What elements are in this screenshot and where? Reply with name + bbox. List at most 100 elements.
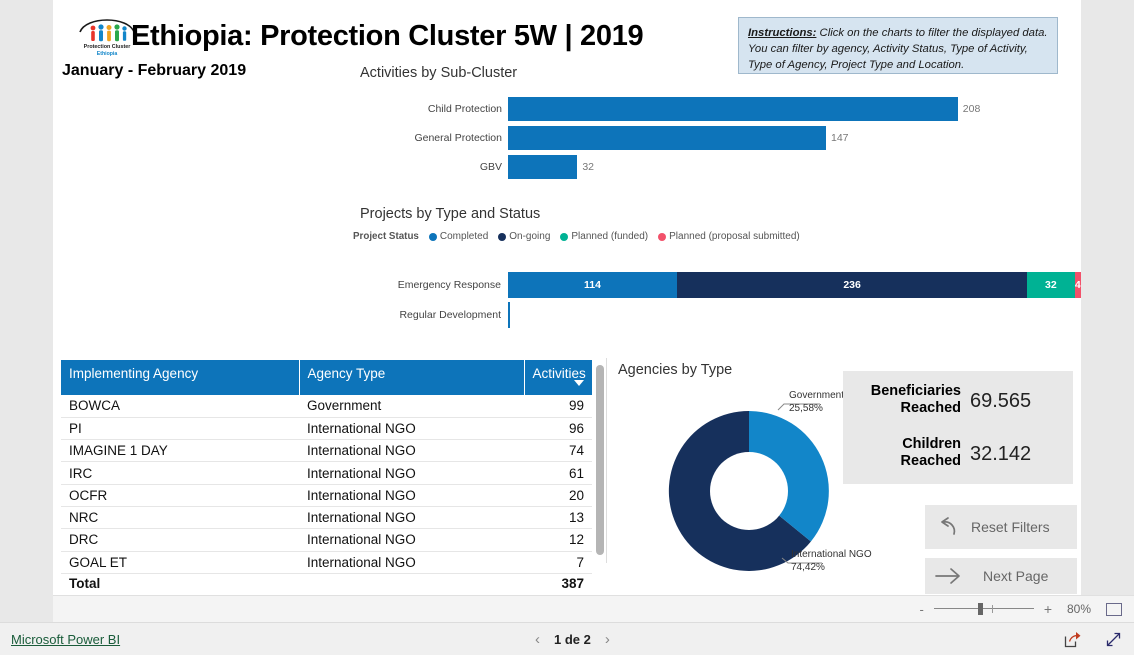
- stack-segment-planned-proposal[interactable]: 4: [1074, 272, 1081, 298]
- kpi-beneficiaries-label-line1: Beneficiaries: [870, 383, 961, 399]
- donut-label-ingo-name: International NGO: [791, 549, 872, 560]
- column-header-agency-type[interactable]: Agency Type: [299, 360, 525, 395]
- table-row[interactable]: IMAGINE 1 DAY International NGO 74: [61, 439, 592, 463]
- share-icon[interactable]: [1064, 631, 1081, 653]
- cell-activities: 12: [524, 528, 592, 552]
- legend-item-ongoing[interactable]: On-going: [498, 231, 550, 242]
- page-navigation: ‹ 1 de 2 ›: [535, 631, 610, 648]
- previous-page-arrow[interactable]: ‹: [535, 631, 540, 648]
- bar-category: Child Protection: [427, 103, 502, 115]
- stack-segment-completed[interactable]: 114: [508, 272, 678, 298]
- table-vertical-scrollbar[interactable]: [596, 365, 604, 555]
- fit-to-page-icon[interactable]: [1106, 602, 1122, 616]
- projects-by-type-status-chart[interactable]: Emergency Response 114 236 32 4 Regular …: [353, 272, 1081, 330]
- cell-agency-type: International NGO: [299, 484, 524, 507]
- column-header-activities[interactable]: Activities: [524, 360, 593, 395]
- implementing-agency-table[interactable]: Implementing Agency Agency Type Activiti…: [61, 360, 606, 592]
- stack-segment-ongoing[interactable]: 236: [677, 272, 1028, 298]
- undo-arrow-icon: [925, 515, 971, 539]
- donut-label-government-name: Government: [789, 390, 845, 401]
- fullscreen-icon[interactable]: [1105, 631, 1122, 653]
- panel-divider: [606, 358, 607, 563]
- zoom-level-label: 80%: [1066, 602, 1092, 616]
- zoom-in-button[interactable]: +: [1044, 601, 1052, 617]
- zoom-slider-thumb[interactable]: [977, 603, 983, 615]
- bar-row[interactable]: 208 Child Protection: [353, 95, 1081, 123]
- cell-agency: PI: [61, 417, 299, 441]
- donut-label-ingo: International NGO 74,42%: [791, 549, 872, 574]
- table-row[interactable]: BOWCA Government 99: [61, 395, 592, 418]
- table-row[interactable]: GOAL ET International NGO 7: [61, 551, 592, 574]
- activities-by-subcluster-chart[interactable]: 208 Child Protection 147 General Protect…: [353, 95, 1081, 190]
- cell-agency-type: International NGO: [299, 417, 524, 441]
- column-header-agency[interactable]: Implementing Agency: [61, 360, 300, 395]
- bar-row[interactable]: 147 General Protection: [353, 124, 1081, 152]
- logo-text-line2: Ethiopia: [97, 51, 118, 57]
- kpi-beneficiaries-value: 69.565: [970, 390, 1032, 412]
- zoom-slider[interactable]: [933, 603, 1034, 615]
- next-page-button[interactable]: Next Page: [925, 558, 1077, 594]
- cell-agency-type: International NGO: [299, 528, 524, 552]
- kpi-beneficiaries-label: Beneficiaries Reached: [843, 383, 961, 417]
- projects-chart-title: Projects by Type and Status: [360, 206, 541, 222]
- table-row[interactable]: NRC International NGO 13: [61, 506, 592, 530]
- status-bar-actions: [1064, 631, 1122, 653]
- table-row[interactable]: DRC International NGO 12: [61, 528, 592, 552]
- cell-activities: 20: [524, 484, 592, 507]
- cell-agency: BOWCA: [61, 395, 299, 418]
- cell-agency: NRC: [61, 506, 299, 530]
- bar-fill[interactable]: [508, 97, 958, 121]
- next-page-arrow[interactable]: ›: [605, 631, 610, 648]
- agencies-chart-title: Agencies by Type: [618, 362, 733, 378]
- reset-filters-button[interactable]: Reset Filters: [925, 505, 1077, 549]
- bar-row[interactable]: 32 GBV: [353, 153, 1081, 181]
- stacked-row-emergency[interactable]: Emergency Response 114 236 32 4: [353, 272, 1081, 298]
- protection-cluster-logo: Protection Cluster Ethiopia: [76, 10, 138, 58]
- powerbi-report-viewer: Protection Cluster Ethiopia Ethiopia: Pr…: [0, 0, 1134, 655]
- legend-item-planned-proposal[interactable]: Planned (proposal submitted): [658, 231, 800, 242]
- powerbi-brand-link[interactable]: Microsoft Power BI: [11, 632, 120, 647]
- stacked-category: Emergency Response: [397, 279, 501, 291]
- cell-agency: GOAL ET: [61, 551, 299, 574]
- cell-agency-type: Government: [299, 395, 524, 418]
- activities-chart-title: Activities by Sub-Cluster: [360, 65, 518, 81]
- sort-descending-icon[interactable]: [573, 380, 584, 386]
- next-page-label: Next Page: [983, 568, 1049, 584]
- legend-label: Planned (proposal submitted): [669, 231, 800, 242]
- bar-fill[interactable]: [508, 155, 578, 179]
- legend-swatch-icon: [560, 232, 569, 241]
- legend-swatch-icon: [658, 232, 667, 241]
- kpi-children-label-line2: Reached: [900, 453, 961, 470]
- cell-agency-type: International NGO: [299, 551, 524, 574]
- bar-fill[interactable]: [508, 126, 826, 150]
- cell-agency-type: International NGO: [299, 461, 524, 485]
- bar-category: GBV: [479, 161, 502, 173]
- table-header-row: Implementing Agency Agency Type Activiti…: [61, 360, 593, 395]
- bar-value: 32: [582, 161, 595, 173]
- zoom-out-button[interactable]: -: [919, 602, 923, 617]
- legend-item-planned-funded[interactable]: Planned (funded): [560, 231, 648, 242]
- table-row[interactable]: IRC International NGO 61: [61, 461, 592, 485]
- legend-swatch-icon: [428, 232, 437, 241]
- cell-agency-type: International NGO: [299, 506, 524, 530]
- status-bar: Microsoft Power BI ‹ 1 de 2 ›: [0, 622, 1134, 655]
- cell-agency-type: International NGO: [299, 439, 524, 463]
- legend-label: Completed: [439, 231, 489, 242]
- stack-segment-completed[interactable]: [508, 302, 510, 328]
- stacked-row-regular[interactable]: Regular Development: [353, 302, 1081, 328]
- donut-label-ingo-value: 74,42%: [791, 561, 825, 573]
- donut-label-government-value: 25,58%: [789, 402, 823, 414]
- stacked-category: Regular Development: [399, 309, 501, 321]
- column-header-activities-label: Activities: [532, 366, 586, 381]
- kpi-children-label: Children Reached: [843, 436, 961, 470]
- legend-label: On-going: [509, 231, 551, 242]
- table-row[interactable]: OCFR International NGO 20: [61, 484, 592, 507]
- kpi-beneficiaries-label-line2: Reached: [900, 400, 961, 417]
- cell-agency: IRC: [61, 461, 299, 485]
- cell-activities: 96: [524, 417, 592, 441]
- legend-item-completed[interactable]: Completed: [428, 231, 489, 242]
- stack-segment-planned-funded[interactable]: 32: [1027, 272, 1075, 298]
- legend-label: Planned (funded): [571, 231, 649, 242]
- donut-label-government: Government 25,58%: [789, 390, 844, 415]
- table-row[interactable]: PI International NGO 96: [61, 417, 592, 441]
